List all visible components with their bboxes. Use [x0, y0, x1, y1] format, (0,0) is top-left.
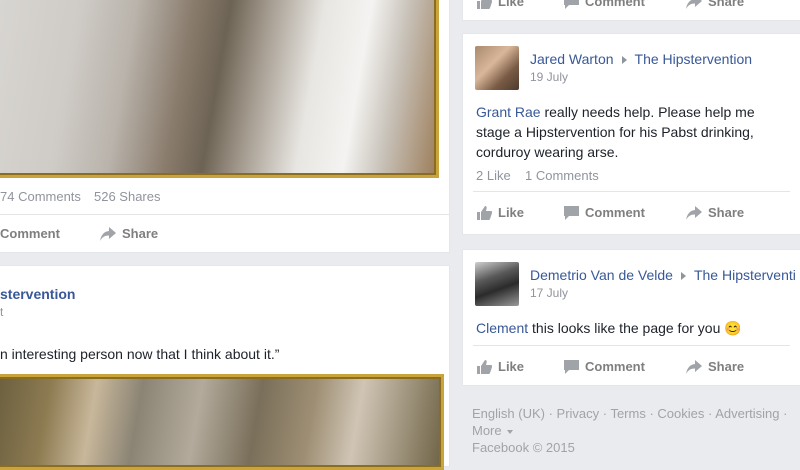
right-post-card-partial: Like Comment Share	[463, 0, 800, 20]
post-header: Demetrio Van de Velde The Hipsterventi	[530, 267, 796, 285]
divider	[473, 191, 790, 192]
post-text: Grant Rae really needs help. Please help…	[476, 102, 788, 162]
smile-emoji-icon: 😊	[724, 320, 742, 336]
share-label: Share	[708, 205, 745, 220]
shares-count[interactable]: 526 Shares	[94, 189, 161, 204]
caret-right-icon	[621, 55, 627, 64]
like-button[interactable]: Like	[477, 0, 524, 9]
share-icon	[100, 226, 116, 241]
author-name[interactable]: Demetrio Van de Velde	[530, 267, 673, 283]
author-name[interactable]: Jared Warton	[530, 51, 614, 67]
comments-count[interactable]: 1 Comments	[525, 168, 599, 183]
mention-link[interactable]: Clement	[476, 320, 528, 336]
copyright: Facebook © 2015	[472, 440, 575, 455]
comment-button[interactable]: Comment	[564, 205, 645, 220]
thumbs-up-icon	[477, 205, 492, 220]
share-label: Share	[708, 359, 745, 374]
post-quote: n interesting person now that I think ab…	[0, 346, 280, 362]
comment-icon	[564, 0, 579, 9]
share-icon	[686, 205, 702, 220]
post-text: Clement this looks like the page for you…	[476, 318, 796, 338]
comment-button[interactable]: Comment	[0, 226, 60, 241]
share-button[interactable]: Share	[686, 359, 744, 374]
left-post-card-top: 74 Comments 526 Shares Comment Share	[0, 0, 449, 252]
share-button[interactable]: Share	[100, 226, 158, 241]
right-post-card-2: Demetrio Van de Velde The Hipsterventi 17…	[463, 250, 800, 385]
comment-icon	[564, 205, 579, 220]
share-label: Share	[122, 226, 159, 241]
footer-links[interactable]: English (UK) · Privacy · Terms · Cookies…	[472, 406, 787, 421]
comment-icon	[564, 359, 579, 374]
like-button[interactable]: Like	[477, 359, 524, 374]
post-group-name[interactable]: stervention	[0, 286, 75, 302]
caret-right-icon	[680, 271, 686, 280]
thumbs-up-icon	[477, 359, 492, 374]
post-date[interactable]: 17 July	[530, 286, 568, 300]
share-button[interactable]: Share	[686, 0, 744, 9]
more-dropdown[interactable]: More	[472, 423, 514, 438]
comment-label: Comment	[585, 0, 645, 9]
post-text-body: this looks like the page for you	[528, 320, 725, 336]
likes-count[interactable]: 2 Like	[476, 168, 511, 183]
divider	[473, 345, 790, 346]
comments-count[interactable]: 74 Comments	[0, 189, 81, 204]
post-date[interactable]: 19 July	[530, 70, 568, 84]
share-icon	[686, 359, 702, 374]
group-name[interactable]: The Hipstervention	[635, 51, 753, 67]
like-label: Like	[498, 0, 525, 9]
share-icon	[686, 0, 702, 9]
group-name[interactable]: The Hipsterventi	[694, 267, 796, 283]
post-photo[interactable]	[0, 0, 439, 178]
share-button[interactable]: Share	[686, 205, 744, 220]
avatar[interactable]	[475, 262, 519, 306]
mention-link[interactable]: Grant Rae	[476, 104, 541, 120]
avatar[interactable]	[475, 46, 519, 90]
right-post-card-1: Jared Warton The Hipstervention 19 July G…	[463, 34, 800, 234]
post-photo-bottom[interactable]	[0, 374, 444, 470]
like-label: Like	[498, 359, 525, 374]
thumbs-up-icon	[477, 0, 492, 9]
comment-button[interactable]: Comment	[564, 0, 645, 9]
divider	[0, 214, 449, 215]
more-label: More	[472, 423, 502, 438]
share-label: Share	[708, 0, 745, 9]
comment-label: Comment	[585, 359, 645, 374]
comment-label: Comment	[0, 226, 60, 241]
chevron-down-icon	[507, 429, 514, 434]
comment-button[interactable]: Comment	[564, 359, 645, 374]
comment-label: Comment	[585, 205, 645, 220]
like-button[interactable]: Like	[477, 205, 524, 220]
like-label: Like	[498, 205, 525, 220]
post-meta: t	[0, 305, 4, 319]
post-header: Jared Warton The Hipstervention	[530, 51, 752, 69]
